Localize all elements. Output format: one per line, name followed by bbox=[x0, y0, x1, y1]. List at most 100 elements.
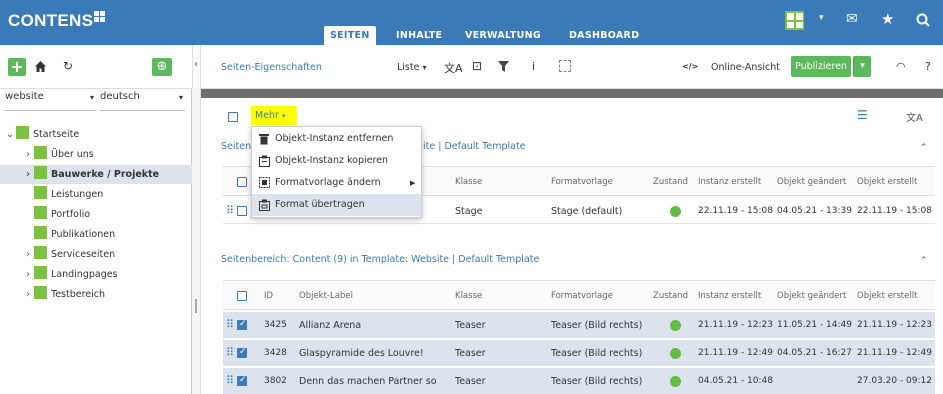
section2-title[interactable]: Seitenbereich: Content (9) in Template: … bbox=[221, 254, 539, 265]
table-row[interactable]: ⠿ 3802 Denn das machen Partner so Teaser… bbox=[223, 368, 935, 394]
list-view-icon[interactable]: ☰ bbox=[857, 108, 868, 122]
gauge-icon[interactable]: ◠ bbox=[896, 60, 906, 73]
col-zustand[interactable]: Zustand bbox=[653, 177, 688, 187]
col-zustand[interactable]: Zustand bbox=[653, 291, 688, 301]
star-icon[interactable]: ★ bbox=[881, 10, 894, 28]
col-id[interactable]: ID bbox=[264, 291, 273, 301]
cell-klasse: Teaser bbox=[455, 348, 486, 359]
table-row[interactable]: ⠿ 3425 Allianz Arena Teaser Teaser (Bild… bbox=[223, 312, 935, 338]
tree-item-testbereich[interactable]: › Testbereich bbox=[0, 285, 192, 304]
col-formatvorlage[interactable]: Formatvorlage bbox=[551, 177, 613, 187]
tree-item-label: Serviceseiten bbox=[51, 249, 116, 260]
menu-item-copy-instance[interactable]: Objekt-Instanz kopieren bbox=[252, 150, 421, 172]
col-klasse[interactable]: Klasse bbox=[455, 177, 482, 187]
code-icon[interactable]: </> bbox=[682, 62, 698, 71]
tab-dashboard[interactable]: DASHBOARD bbox=[563, 26, 645, 45]
cell-objekt-geaendert: 04.05.21 - 16:27 bbox=[777, 348, 852, 358]
tab-inhalte[interactable]: INHALTE bbox=[390, 26, 448, 45]
chevron-right-icon: › bbox=[26, 249, 30, 260]
col-formatvorlage[interactable]: Formatvorlage bbox=[551, 291, 613, 301]
tree-item-landingpages[interactable]: › Landingpages bbox=[0, 265, 192, 284]
add-page-button[interactable]: + bbox=[8, 58, 26, 76]
row-checkbox[interactable] bbox=[237, 375, 247, 386]
drag-handle-icon[interactable]: ⠿ bbox=[226, 204, 234, 217]
chevron-down-icon[interactable]: ▾ bbox=[819, 13, 824, 23]
cell-instanz-erstellt: 04.05.21 - 10:48 bbox=[698, 376, 773, 386]
logo-grid-icon bbox=[94, 11, 105, 22]
menu-item-label: Objekt-Instanz entfernen bbox=[275, 133, 394, 144]
language-select[interactable]: deutsch ▾ bbox=[100, 91, 185, 111]
section-title[interactable]: Seiten-Eigenschaften bbox=[221, 62, 322, 73]
collapse-section-icon[interactable]: ⌃ bbox=[920, 256, 928, 266]
mehr-dropdown-menu: Objekt-Instanz entfernen Objekt-Instanz … bbox=[251, 126, 422, 218]
drag-handle-icon[interactable]: ⠿ bbox=[226, 346, 234, 359]
cell-klasse: Teaser bbox=[455, 376, 486, 387]
select-area-icon[interactable] bbox=[559, 60, 571, 72]
filter-icon[interactable] bbox=[498, 61, 509, 72]
copy-icon bbox=[259, 155, 270, 167]
cell-instanz-erstellt: 21.11.19 - 12:49 bbox=[698, 348, 773, 358]
row-checkbox[interactable] bbox=[237, 206, 247, 216]
translate-icon[interactable]: 文A bbox=[906, 109, 923, 124]
col-klasse[interactable]: Klasse bbox=[455, 291, 482, 301]
page-icon bbox=[34, 266, 47, 279]
table2-select-all-checkbox[interactable] bbox=[237, 291, 247, 301]
home-icon[interactable] bbox=[34, 60, 47, 73]
format-icon bbox=[259, 177, 270, 188]
bookmark-icon[interactable]: ⊡ bbox=[472, 59, 482, 73]
sidebar-splitter[interactable] bbox=[192, 89, 201, 394]
col-instanz-erstellt[interactable]: Instanz erstellt bbox=[698, 177, 761, 187]
page-icon bbox=[16, 126, 29, 139]
cell-objekt-erstellt: 27.03.20 - 09:12 bbox=[857, 376, 932, 386]
translate-icon[interactable]: 文A bbox=[444, 60, 463, 76]
tree-item-ueber-uns[interactable]: › Über uns bbox=[0, 145, 192, 164]
publish-dropdown-button[interactable]: ▾ bbox=[853, 56, 871, 77]
menu-item-change-format[interactable]: Formatvorlage ändern ▶ bbox=[252, 172, 421, 194]
tree-item-publikationen[interactable]: Publikationen bbox=[0, 225, 192, 244]
tree-item-startseite[interactable]: ⌄ Startseite bbox=[0, 125, 192, 144]
mehr-dropdown-button[interactable]: Mehr ▾ bbox=[251, 106, 297, 125]
tab-seiten[interactable]: SEITEN bbox=[324, 26, 376, 45]
table1-select-all-checkbox[interactable] bbox=[237, 177, 247, 187]
col-instanz-erstellt[interactable]: Instanz erstellt bbox=[698, 291, 761, 301]
tree-item-bauwerke[interactable]: › Bauwerke / Projekte bbox=[0, 165, 192, 184]
collapse-sidebar-button[interactable]: ‹ bbox=[192, 45, 201, 89]
menu-item-transfer-format[interactable]: Format übertragen bbox=[252, 194, 421, 216]
online-view-link[interactable]: Online-Ansicht bbox=[711, 62, 780, 73]
tree-item-label: Portfolio bbox=[51, 209, 91, 220]
row-checkbox[interactable] bbox=[237, 347, 247, 358]
menu-item-remove-instance[interactable]: Objekt-Instanz entfernen bbox=[252, 128, 421, 150]
cell-objekt-geaendert: 11.05.21 - 14:49 bbox=[777, 320, 852, 330]
publish-button[interactable]: Publizieren bbox=[791, 56, 851, 77]
cell-instanz-erstellt: 22.11.19 - 15:08 bbox=[698, 206, 773, 216]
site-select[interactable]: website ▾ bbox=[5, 91, 96, 111]
section1-title-end[interactable]: ite | Default Template bbox=[423, 141, 526, 152]
col-objekt-label[interactable]: Objekt-Label bbox=[299, 291, 353, 301]
info-icon[interactable]: i bbox=[532, 60, 535, 73]
tab-verwaltung[interactable]: VERWALTUNG bbox=[459, 26, 547, 45]
tree-item-leistungen[interactable]: Leistungen bbox=[0, 185, 192, 204]
search-icon[interactable] bbox=[916, 13, 930, 27]
apps-grid-icon[interactable] bbox=[785, 11, 804, 30]
drag-handle-icon[interactable]: ⠿ bbox=[226, 318, 234, 331]
tree-item-serviceseiten[interactable]: › Serviceseiten bbox=[0, 245, 192, 264]
drag-handle-icon[interactable]: ⠿ bbox=[226, 374, 234, 387]
col-objekt-geaendert[interactable]: Objekt geändert bbox=[777, 291, 846, 301]
help-icon[interactable]: ? bbox=[925, 60, 931, 73]
table-row[interactable]: ⠿ 3428 Glaspyramide des Louvre! Teaser T… bbox=[223, 340, 935, 366]
refresh-icon[interactable]: ↻ bbox=[63, 59, 73, 73]
add-circle-button[interactable]: ⊕ bbox=[152, 58, 172, 76]
tree-item-portfolio[interactable]: Portfolio bbox=[0, 205, 192, 224]
cell-objekt-erstellt: 22.11.19 - 15:08 bbox=[857, 206, 932, 216]
section1-title-start[interactable]: Seiten bbox=[221, 141, 251, 152]
view-select[interactable]: Liste ▾ bbox=[397, 62, 427, 73]
col-objekt-erstellt[interactable]: Objekt erstellt bbox=[857, 177, 917, 187]
row-checkbox[interactable] bbox=[237, 319, 247, 330]
col-objekt-erstellt[interactable]: Objekt erstellt bbox=[857, 291, 917, 301]
mail-icon[interactable]: ✉ bbox=[846, 11, 858, 27]
select-all-checkbox[interactable] bbox=[228, 112, 238, 122]
collapse-section-icon[interactable]: ⌃ bbox=[920, 143, 928, 153]
chevron-down-icon: ▾ bbox=[422, 63, 427, 72]
tree-item-label: Über uns bbox=[51, 149, 94, 160]
col-objekt-geaendert[interactable]: Objekt geändert bbox=[777, 177, 846, 187]
